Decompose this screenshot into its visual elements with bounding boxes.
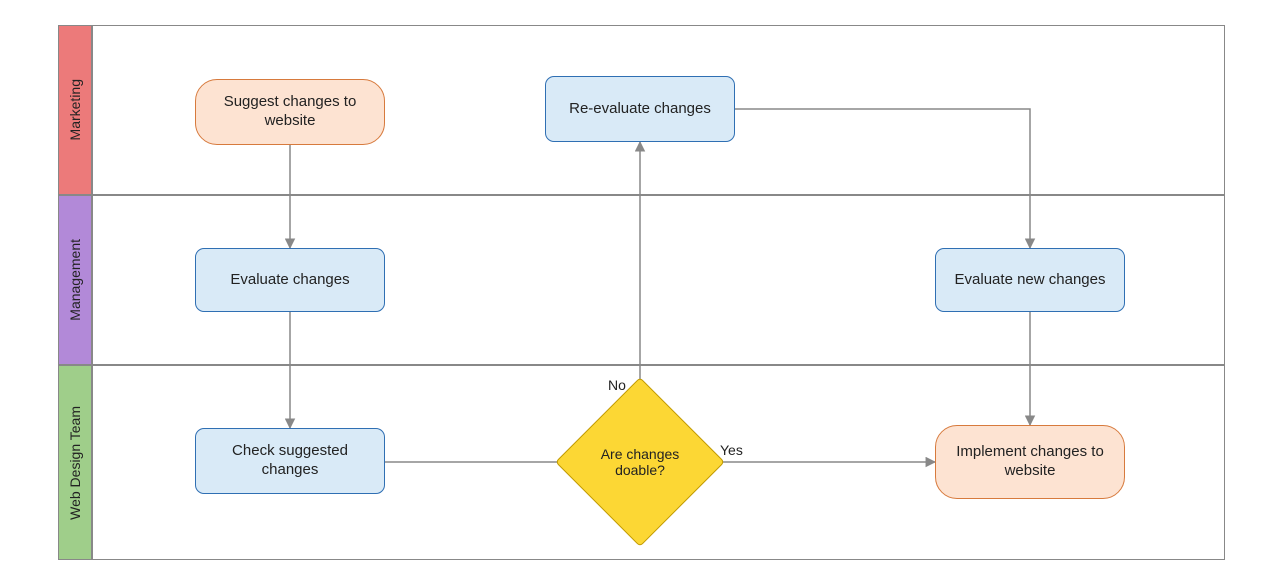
node-evaluate-changes: Evaluate changes (195, 248, 385, 312)
node-check-suggested: Check suggested changes (195, 428, 385, 494)
edge-label-yes: Yes (720, 442, 743, 458)
node-implement-changes: Implement changes to website (935, 425, 1125, 499)
node-suggest-changes: Suggest changes to website (195, 79, 385, 145)
node-label: Implement changes to website (946, 443, 1114, 481)
node-label: Evaluate new changes (955, 271, 1106, 290)
node-label: Are changes doable? (590, 446, 690, 478)
node-label: Re-evaluate changes (569, 100, 711, 119)
node-reevaluate-changes: Re-evaluate changes (545, 76, 735, 142)
node-label: Evaluate changes (230, 271, 349, 290)
node-evaluate-new-changes: Evaluate new changes (935, 248, 1125, 312)
edge-label-no: No (608, 377, 626, 393)
node-label: Suggest changes to website (206, 93, 374, 131)
edge-reeval-evalnew (735, 109, 1030, 248)
node-label: Check suggested changes (206, 442, 374, 480)
swimlane-diagram: Marketing Management Web Design Team No … (0, 0, 1284, 586)
node-decision-doable: Are changes doable? (580, 402, 700, 522)
